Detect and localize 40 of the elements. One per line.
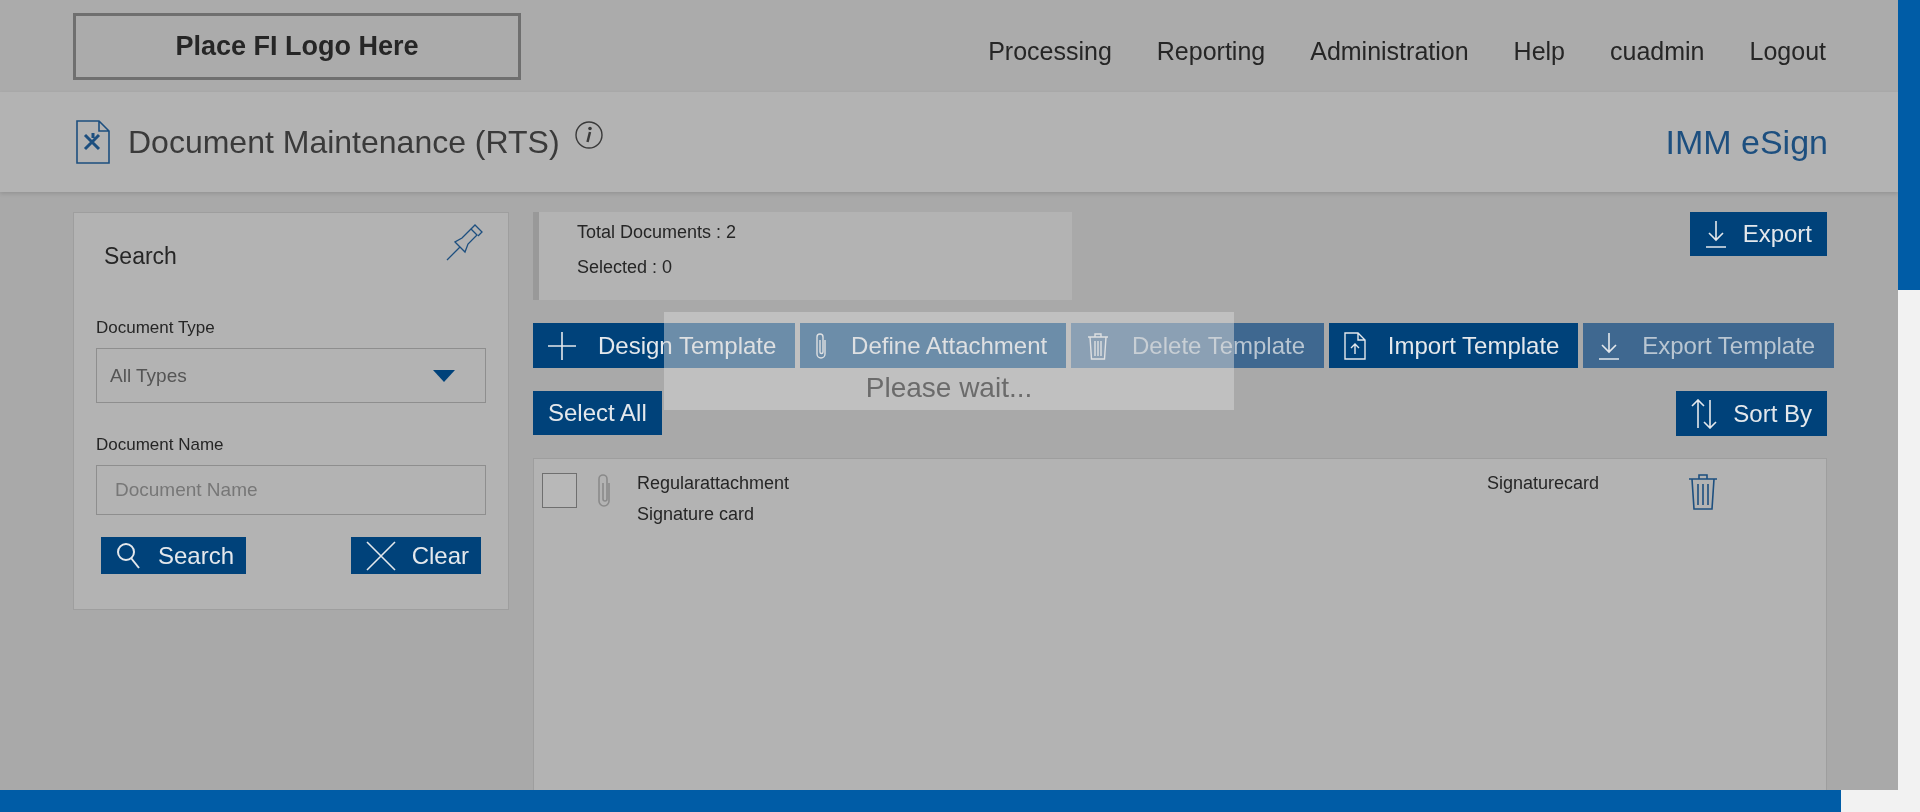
checkbox[interactable] xyxy=(542,473,577,508)
sort-arrows-icon xyxy=(1691,398,1718,429)
document-name: Regularattachment xyxy=(637,473,791,494)
toolbar-button[interactable]: Design Template xyxy=(533,323,796,368)
download-icon xyxy=(1598,331,1621,360)
nav-link[interactable]: Administration xyxy=(1310,36,1469,66)
plus-icon xyxy=(548,331,576,360)
input-field[interactable]: Document Name xyxy=(96,465,486,515)
paperclip-icon xyxy=(597,473,613,509)
panel-title: Search xyxy=(103,242,177,270)
clear-button[interactable]: Clear xyxy=(350,537,481,574)
document-description: Signature card xyxy=(637,504,756,525)
page-title: Document Maintenance (RTS) xyxy=(128,123,560,161)
caret-icon xyxy=(433,369,455,382)
nav-link[interactable]: Help xyxy=(1513,36,1566,66)
nav-link[interactable]: Reporting xyxy=(1156,36,1266,66)
field-label: Document Name xyxy=(96,435,225,455)
upload-document-icon xyxy=(1343,331,1366,360)
info-icon[interactable] xyxy=(573,120,604,150)
search-icon xyxy=(116,541,142,570)
logo-text: Place FI Logo Here xyxy=(175,30,419,62)
pin-icon[interactable] xyxy=(446,223,484,261)
close-icon xyxy=(365,540,396,571)
trash-icon[interactable] xyxy=(1687,473,1719,511)
document-type: Signaturecard xyxy=(1487,473,1601,494)
product-name: IMM eSign xyxy=(1665,122,1828,162)
export-button[interactable]: Export xyxy=(1689,212,1827,256)
nav-link[interactable]: cuadmin xyxy=(1610,36,1705,66)
select-all-button[interactable]: Select All xyxy=(533,391,662,435)
nav-link[interactable]: Logout xyxy=(1749,36,1826,66)
nav-link[interactable]: Processing xyxy=(988,36,1112,66)
summary-text: Total Documents : 2 xyxy=(577,222,738,243)
toolbar-button[interactable]: Import Template xyxy=(1328,323,1579,368)
summary-text: Selected : 0 xyxy=(577,257,674,278)
download-icon xyxy=(1704,220,1727,248)
dropdown[interactable]: All Types xyxy=(96,348,486,403)
sort-button[interactable]: Sort By xyxy=(1676,391,1827,436)
document-tool-icon xyxy=(76,120,110,164)
search-button[interactable]: Search xyxy=(101,537,247,574)
field-label: Document Type xyxy=(96,318,216,338)
